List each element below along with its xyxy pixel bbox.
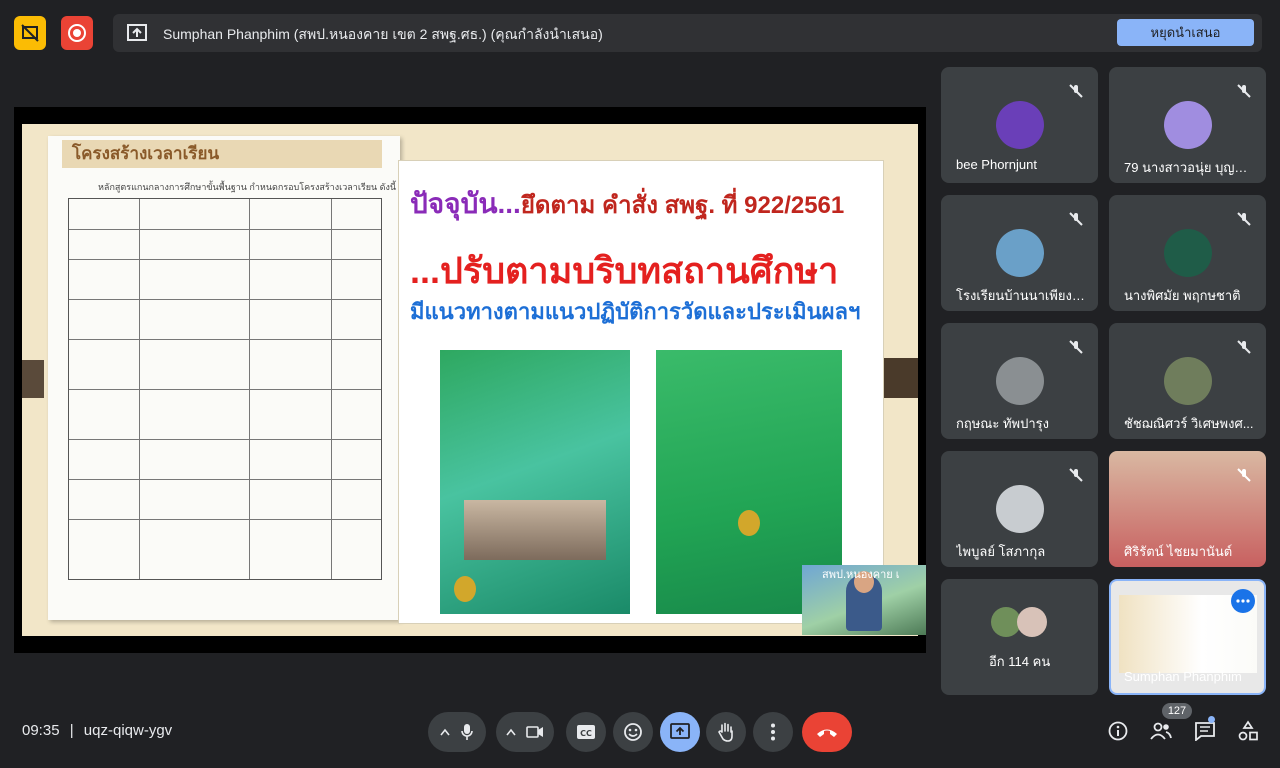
schedule-document: โครงสร้างเวลาเรียน หลักสูตรแกนกลางการศึก… [48,136,400,620]
participant-count-badge: 127 [1162,703,1192,719]
book-cover-1 [440,350,630,614]
pip-caption: สพป.หนองคาย เ [822,569,900,581]
mic-off-icon [1064,335,1088,359]
more-options-toolbar-button[interactable] [753,712,793,752]
camera-control[interactable] [496,712,554,752]
participant-name: ศิริรัตน์ ไชยมานันต์ [1124,544,1233,559]
recording-button[interactable] [61,16,93,50]
present-now-button[interactable] [660,712,700,752]
avatar [1017,607,1047,637]
headline-adjust: ...ปรับตามบริบทสถานศึกษา [410,250,839,291]
document-subtitle: หลักสูตรแกนกลางการศึกษาขั้นพื้นฐาน กำหนด… [98,182,397,192]
participant-tile-5[interactable]: กฤษณะ ทัพปารุง [941,323,1098,439]
end-call-icon [817,729,837,737]
camera-icon [526,726,543,738]
avatar [996,357,1044,405]
slide-wood-left [22,360,44,398]
participant-name: ชัชฌณิศวร์ วิเศษพงศ... [1124,416,1254,431]
info-icon[interactable] [1108,721,1128,741]
present-screen-icon [127,24,147,41]
participant-name: 79 นางสาวอนุ่ย บุญญ... [1124,160,1254,175]
participant-tile-3[interactable]: โรงเรียนบ้านนาเพียงน้... [941,195,1098,311]
chat-icon[interactable] [1194,721,1216,741]
svg-text:CC: CC [580,729,592,738]
mic-off-icon [1064,207,1088,231]
mic-off-icon [1232,79,1256,103]
book-emblem-1 [454,576,476,602]
participant-tile-6[interactable]: ชัชฌณิศวร์ วิเศษพงศ... [1109,323,1266,439]
book-emblem-2 [738,510,760,536]
captions-icon: CC [577,725,595,739]
presenter-banner-text: Sumphan Phanphim (สพป.หนองคาย เขต 2 สพฐ.… [163,26,603,42]
headline-guideline: มีแนวทางตามแนวปฏิบัติการวัดและประเมินผลฯ [410,299,861,324]
reactions-button[interactable] [613,712,653,752]
present-icon [670,723,690,739]
avatar [996,229,1044,277]
more-vert-icon [771,723,775,741]
mic-icon [461,724,473,740]
chevron-up-icon[interactable] [440,728,450,736]
avatar [996,485,1044,533]
mic-off-icon [1232,463,1256,487]
participant-name: นางพิศมัย พฤกษชาติ [1124,288,1241,303]
captions-button[interactable]: CC [566,712,606,752]
record-icon [68,24,86,42]
mic-off-icon [1064,463,1088,487]
more-icon [1236,599,1250,603]
headline-current-order: ยึดตาม คำสั่ง สพฐ. ที่ 922/2561 [520,192,845,219]
participant-tile-self[interactable]: Sumphan Phanphim [1109,579,1266,695]
activities-icon[interactable] [1238,720,1258,742]
headline-current: ปัจจุบัน...ยึดตาม คำสั่ง สพฐ. ที่ 922/25… [410,182,844,226]
participant-name: ไพบูลย์ โสภากุล [956,544,1046,559]
mic-off-icon [1232,207,1256,231]
document-title: โครงสร้างเวลาเรียน [62,140,382,168]
stop-presenting-button[interactable]: หยุดนำเสนอ [1117,19,1254,46]
participant-name: Sumphan Phanphim [1124,669,1242,684]
avatar [1164,101,1212,149]
meeting-code: uqz-qiqw-ygv [83,722,173,739]
participant-name: โรงเรียนบ้านนาเพียงน้... [956,288,1086,303]
emoji-icon [624,723,642,741]
headline-current-prefix: ปัจจุบัน... [410,188,521,219]
mic-off-icon [1232,335,1256,359]
clock: 09:35 [22,722,60,739]
participant-tile-8[interactable]: ศิริรัตน์ ไชยมานันต์ [1109,451,1266,567]
camera-off-indicator[interactable] [14,16,46,50]
more-options-button[interactable] [1231,589,1255,613]
presented-slide: โครงสร้างเวลาเรียน หลักสูตรแกนกลางการศึก… [22,124,918,636]
separator: | [69,722,74,739]
book-cover-photo [464,500,606,560]
people-icon[interactable] [1150,722,1172,740]
avatar [1164,357,1212,405]
avatar [1164,229,1212,277]
participant-name: อีก 114 คน [989,654,1051,669]
participant-tile-7[interactable]: ไพบูลย์ โสภากุล [941,451,1098,567]
participant-tile-others[interactable]: อีก 114 คน [941,579,1098,695]
participant-name: bee Phornjunt [956,157,1037,172]
avatar [996,101,1044,149]
chevron-up-icon[interactable] [506,728,516,736]
meeting-info: 09:35 | uqz-qiqw-ygv [22,722,172,739]
leave-call-button[interactable] [802,712,852,752]
raise-hand-button[interactable] [706,712,746,752]
schedule-table [68,198,382,580]
participant-tile-4[interactable]: นางพิศมัย พฤกษชาติ [1109,195,1266,311]
chat-notification-dot [1208,716,1215,723]
participant-name: กฤษณะ ทัพปารุง [956,416,1049,431]
mic-control[interactable] [428,712,486,752]
raise-hand-icon [718,722,733,742]
participant-tile-1[interactable]: bee Phornjunt [941,67,1098,183]
mic-off-icon [1064,79,1088,103]
participant-tile-2[interactable]: 79 นางสาวอนุ่ย บุญญ... [1109,67,1266,183]
no-camera-icon [21,24,39,42]
